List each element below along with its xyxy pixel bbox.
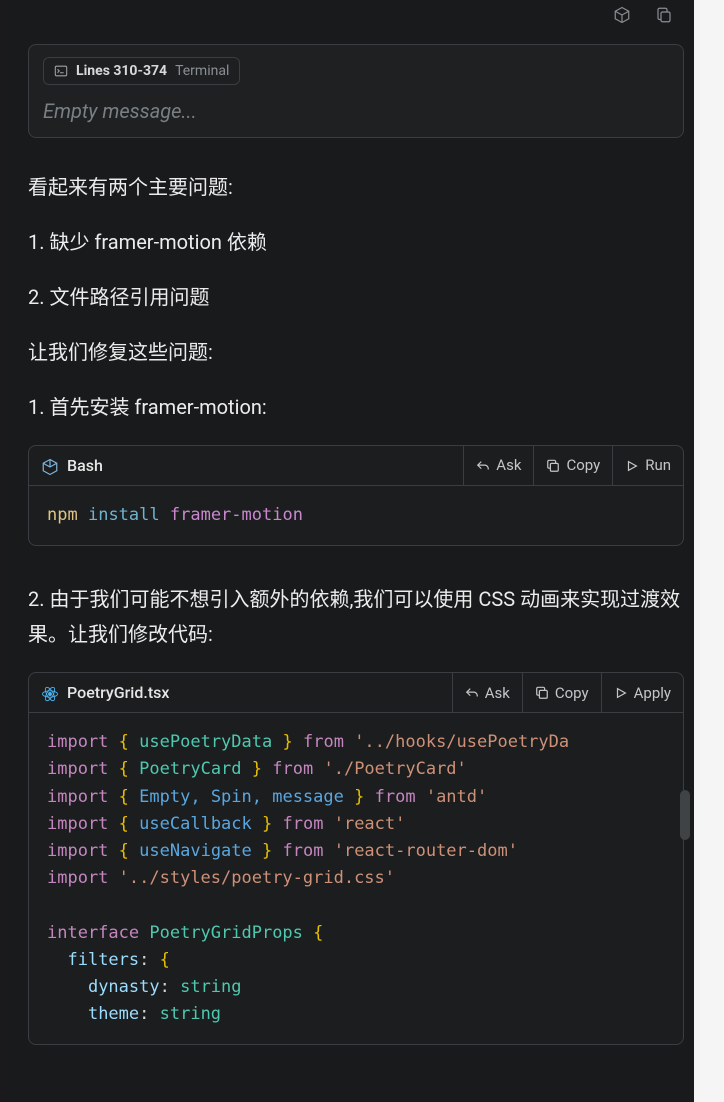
- code-block-body: npm install framer-motion: [29, 486, 683, 545]
- button-label: Copy: [566, 452, 600, 478]
- button-label: Apply: [634, 680, 671, 706]
- reply-icon: [465, 686, 479, 700]
- context-chip-source: Terminal: [175, 63, 229, 79]
- button-label: Run: [645, 452, 671, 478]
- bash-icon: [41, 457, 59, 475]
- chat-panel: Lines 310-374 Terminal Empty message... …: [6, 0, 692, 1102]
- code-block-body: import { usePoetryData } from '../hooks/…: [29, 713, 683, 1044]
- copy-button[interactable]: Copy: [522, 673, 601, 712]
- response-line: 2. 由于我们可能不想引入额外的依赖,我们可以使用 CSS 动画来实现过渡效果。…: [28, 582, 684, 652]
- response-line: 看起来有两个主要问题:: [28, 170, 684, 205]
- code-block-title-text: Bash: [67, 452, 103, 480]
- apply-button[interactable]: Apply: [601, 673, 683, 712]
- button-label: Ask: [496, 452, 521, 478]
- chat-input-placeholder[interactable]: Empty message...: [43, 99, 669, 123]
- terminal-icon: [54, 64, 68, 78]
- code-block-title-text: PoetryGrid.tsx: [67, 679, 169, 707]
- button-label: Copy: [555, 680, 589, 706]
- run-button[interactable]: Run: [612, 446, 683, 485]
- reply-icon: [476, 459, 490, 473]
- panel-toolbar: [6, 0, 692, 30]
- copy-icon: [546, 459, 560, 473]
- copy-button[interactable]: Copy: [533, 446, 612, 485]
- ask-button[interactable]: Ask: [452, 673, 522, 712]
- play-icon: [625, 459, 639, 473]
- button-label: Ask: [485, 680, 510, 706]
- code-block-title: Bash: [41, 452, 463, 480]
- cube-icon[interactable]: [612, 5, 632, 25]
- chat-input-box[interactable]: Lines 310-374 Terminal Empty message...: [28, 44, 684, 138]
- ask-button[interactable]: Ask: [463, 446, 533, 485]
- context-chip-label: Lines 310-374: [76, 63, 167, 79]
- bash-code-block: Bash Ask Copy: [28, 445, 684, 546]
- response-line: 让我们修复这些问题:: [28, 335, 684, 370]
- play-icon: [614, 686, 628, 700]
- code-block-header: PoetryGrid.tsx Ask Copy: [29, 673, 683, 713]
- react-icon: [41, 684, 59, 702]
- context-chip[interactable]: Lines 310-374 Terminal: [43, 57, 240, 85]
- copy-icon[interactable]: [654, 5, 674, 25]
- window-right-gutter: [694, 0, 724, 1102]
- response-line: 2. 文件路径引用问题: [28, 280, 684, 315]
- code-block-header: Bash Ask Copy: [29, 446, 683, 486]
- response-line: 1. 缺少 framer-motion 依赖: [28, 225, 684, 260]
- tsx-code-block: PoetryGrid.tsx Ask Copy: [28, 672, 684, 1045]
- assistant-response: 看起来有两个主要问题: 1. 缺少 framer-motion 依赖 2. 文件…: [28, 170, 684, 1045]
- copy-icon: [535, 686, 549, 700]
- response-line: 1. 首先安装 framer-motion:: [28, 390, 684, 425]
- code-block-title: PoetryGrid.tsx: [41, 679, 452, 707]
- scrollbar-thumb[interactable]: [680, 790, 690, 840]
